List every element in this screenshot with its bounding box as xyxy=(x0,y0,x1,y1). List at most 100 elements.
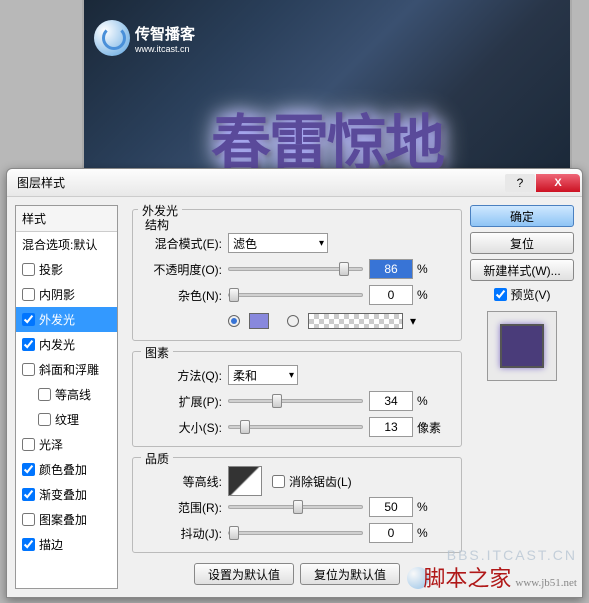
side-panel: 确定 复位 新建样式(W)... 预览(V) xyxy=(464,205,574,589)
pct-4: % xyxy=(417,500,428,514)
gradient-picker[interactable] xyxy=(308,313,403,329)
style-item-3[interactable]: 外发光 xyxy=(16,307,117,332)
style-item-11[interactable]: 图案叠加 xyxy=(16,507,117,532)
style-checkbox-5[interactable] xyxy=(22,363,35,376)
size-label: 大小(S): xyxy=(143,419,228,436)
style-label-7: 纹理 xyxy=(55,411,79,428)
style-checkbox-8[interactable] xyxy=(22,438,35,451)
size-slider[interactable] xyxy=(228,425,363,429)
style-label-6: 等高线 xyxy=(55,386,91,403)
style-item-2[interactable]: 内阴影 xyxy=(16,282,117,307)
layer-style-dialog: 图层样式 ? X 样式 混合选项:默认投影内阴影外发光内发光斜面和浮雕等高线纹理… xyxy=(6,168,583,598)
styles-list: 样式 混合选项:默认投影内阴影外发光内发光斜面和浮雕等高线纹理光泽颜色叠加渐变叠… xyxy=(15,205,118,589)
preview-swatch xyxy=(500,324,544,368)
style-checkbox-12[interactable] xyxy=(22,538,35,551)
noise-slider[interactable] xyxy=(228,293,363,297)
style-label-1: 投影 xyxy=(39,261,63,278)
style-item-6[interactable]: 等高线 xyxy=(16,382,117,407)
technique-label: 方法(Q): xyxy=(143,367,228,384)
titlebar[interactable]: 图层样式 ? X xyxy=(7,169,582,197)
structure-group: 结构 混合模式(E): 滤色 不透明度(O): 86 % 杂色(N): xyxy=(132,209,462,341)
spread-label: 扩展(P): xyxy=(143,393,228,410)
style-checkbox-6[interactable] xyxy=(38,388,51,401)
elements-legend: 图素 xyxy=(141,344,173,361)
preview-checkbox[interactable] xyxy=(494,288,507,301)
style-item-10[interactable]: 渐变叠加 xyxy=(16,482,117,507)
blend-mode-combo[interactable]: 滤色 xyxy=(228,233,328,253)
style-item-8[interactable]: 光泽 xyxy=(16,432,117,457)
antialias-label: 消除锯齿(L) xyxy=(289,473,352,490)
spread-input[interactable]: 34 xyxy=(369,391,413,411)
opacity-slider[interactable] xyxy=(228,267,363,271)
contour-picker[interactable] xyxy=(228,466,262,496)
style-label-4: 内发光 xyxy=(39,336,75,353)
technique-combo[interactable]: 柔和 xyxy=(228,365,298,385)
blend-mode-label: 混合模式(E): xyxy=(143,235,228,252)
help-button[interactable]: ? xyxy=(505,174,535,192)
preview-label: 预览(V) xyxy=(511,286,551,303)
make-default-button[interactable]: 设置为默认值 xyxy=(194,563,294,585)
contour-label: 等高线: xyxy=(143,473,228,490)
close-button[interactable]: X xyxy=(536,174,580,192)
jitter-label: 抖动(J): xyxy=(143,525,228,542)
style-checkbox-2[interactable] xyxy=(22,288,35,301)
noise-input[interactable]: 0 xyxy=(369,285,413,305)
style-item-9[interactable]: 颜色叠加 xyxy=(16,457,117,482)
opacity-label: 不透明度(O): xyxy=(143,261,228,278)
style-item-5[interactable]: 斜面和浮雕 xyxy=(16,357,117,382)
styles-header[interactable]: 样式 xyxy=(16,206,117,232)
style-item-12[interactable]: 描边 xyxy=(16,532,117,557)
pct-3: % xyxy=(417,394,428,408)
jitter-input[interactable]: 0 xyxy=(369,523,413,543)
style-item-4[interactable]: 内发光 xyxy=(16,332,117,357)
logo: 传智播客 www.itcast.cn xyxy=(94,20,195,56)
style-checkbox-11[interactable] xyxy=(22,513,35,526)
size-input[interactable]: 13 xyxy=(369,417,413,437)
style-label-9: 颜色叠加 xyxy=(39,461,87,478)
range-input[interactable]: 50 xyxy=(369,497,413,517)
style-checkbox-9[interactable] xyxy=(22,463,35,476)
preview-box xyxy=(487,311,557,381)
color-swatch[interactable] xyxy=(249,313,269,329)
watermark-site: 脚本之家www.jb51.net xyxy=(419,561,577,593)
cancel-button[interactable]: 复位 xyxy=(470,232,574,254)
jitter-slider[interactable] xyxy=(228,531,363,535)
antialias-checkbox[interactable] xyxy=(272,475,285,488)
opacity-input[interactable]: 86 xyxy=(369,259,413,279)
style-checkbox-10[interactable] xyxy=(22,488,35,501)
style-item-7[interactable]: 纹理 xyxy=(16,407,117,432)
style-label-8: 光泽 xyxy=(39,436,63,453)
style-checkbox-1[interactable] xyxy=(22,263,35,276)
pct-5: % xyxy=(417,526,428,540)
pct-2: % xyxy=(417,288,428,302)
style-checkbox-7[interactable] xyxy=(38,413,51,426)
spread-slider[interactable] xyxy=(228,399,363,403)
style-checkbox-3[interactable] xyxy=(22,313,35,326)
elements-group: 图素 方法(Q): 柔和 扩展(P): 34 % 大小(S): 13 xyxy=(132,351,462,447)
style-label-2: 内阴影 xyxy=(39,286,75,303)
quality-group: 品质 等高线: 消除锯齿(L) 范围(R): 50 % 抖动(J): xyxy=(132,457,462,553)
pct-1: % xyxy=(417,262,428,276)
logo-en: www.itcast.cn xyxy=(135,44,195,54)
px-unit: 像素 xyxy=(417,419,441,436)
style-item-0[interactable]: 混合选项:默认 xyxy=(16,232,117,257)
range-label: 范围(R): xyxy=(143,499,228,516)
gradient-radio[interactable] xyxy=(287,315,299,327)
noise-label: 杂色(N): xyxy=(143,287,228,304)
panel-title: 外发光 xyxy=(138,202,182,219)
dropdown-icon[interactable]: ▾ xyxy=(410,314,416,328)
settings-panel: 外发光 结构 混合模式(E): 滤色 不透明度(O): 86 % 杂色(N): xyxy=(124,205,464,589)
style-label-12: 描边 xyxy=(39,536,63,553)
ok-button[interactable]: 确定 xyxy=(470,205,574,227)
range-slider[interactable] xyxy=(228,505,363,509)
reset-default-button[interactable]: 复位为默认值 xyxy=(300,563,400,585)
style-checkbox-4[interactable] xyxy=(22,338,35,351)
color-radio[interactable] xyxy=(228,315,240,327)
new-style-button[interactable]: 新建样式(W)... xyxy=(470,259,574,281)
style-label-5: 斜面和浮雕 xyxy=(39,361,99,378)
style-label-11: 图案叠加 xyxy=(39,511,87,528)
dialog-title: 图层样式 xyxy=(17,174,504,191)
style-item-1[interactable]: 投影 xyxy=(16,257,117,282)
style-label-0: 混合选项:默认 xyxy=(22,236,97,253)
logo-icon xyxy=(94,20,130,56)
